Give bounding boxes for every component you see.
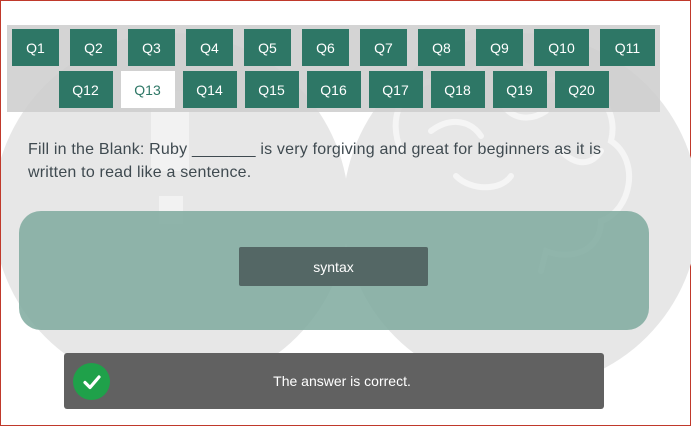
answer-option-button[interactable]: syntax bbox=[239, 247, 428, 286]
question-button-q8[interactable]: Q8 bbox=[418, 29, 465, 66]
feedback-message: The answer is correct. bbox=[273, 373, 411, 389]
question-nav-row-1: Q1 Q2 Q3 Q4 Q5 Q6 Q7 Q8 Q9 Q10 Q11 bbox=[7, 29, 660, 66]
question-button-q13[interactable]: Q13 bbox=[120, 71, 175, 108]
question-button-q14[interactable]: Q14 bbox=[182, 71, 237, 108]
question-button-q6[interactable]: Q6 bbox=[302, 29, 349, 66]
question-nav-row-2: Q12 Q13 Q14 Q15 Q16 Q17 Q18 Q19 Q20 bbox=[7, 71, 660, 108]
question-text: Fill in the Blank: Ruby _______ is very … bbox=[28, 141, 602, 181]
question-button-q19[interactable]: Q19 bbox=[492, 71, 547, 108]
question-button-q1[interactable]: Q1 bbox=[12, 29, 59, 66]
question-button-q11[interactable]: Q11 bbox=[600, 29, 655, 66]
answer-panel: syntax bbox=[19, 211, 649, 330]
feedback-banner: The answer is correct. bbox=[64, 353, 604, 409]
question-button-q10[interactable]: Q10 bbox=[534, 29, 589, 66]
question-button-q5[interactable]: Q5 bbox=[244, 29, 291, 66]
question-button-q12[interactable]: Q12 bbox=[58, 71, 113, 108]
question-button-q18[interactable]: Q18 bbox=[430, 71, 485, 108]
question-button-q4[interactable]: Q4 bbox=[186, 29, 233, 66]
question-button-q7[interactable]: Q7 bbox=[360, 29, 407, 66]
question-button-q16[interactable]: Q16 bbox=[306, 71, 361, 108]
question-button-q17[interactable]: Q17 bbox=[368, 71, 423, 108]
question-button-q2[interactable]: Q2 bbox=[70, 29, 117, 66]
question-button-q9[interactable]: Q9 bbox=[476, 29, 523, 66]
question-button-q3[interactable]: Q3 bbox=[128, 29, 175, 66]
question-button-q15[interactable]: Q15 bbox=[244, 71, 299, 108]
question-nav: Q1 Q2 Q3 Q4 Q5 Q6 Q7 Q8 Q9 Q10 Q11 Q12 Q… bbox=[7, 25, 660, 112]
question-button-q20[interactable]: Q20 bbox=[554, 71, 609, 108]
